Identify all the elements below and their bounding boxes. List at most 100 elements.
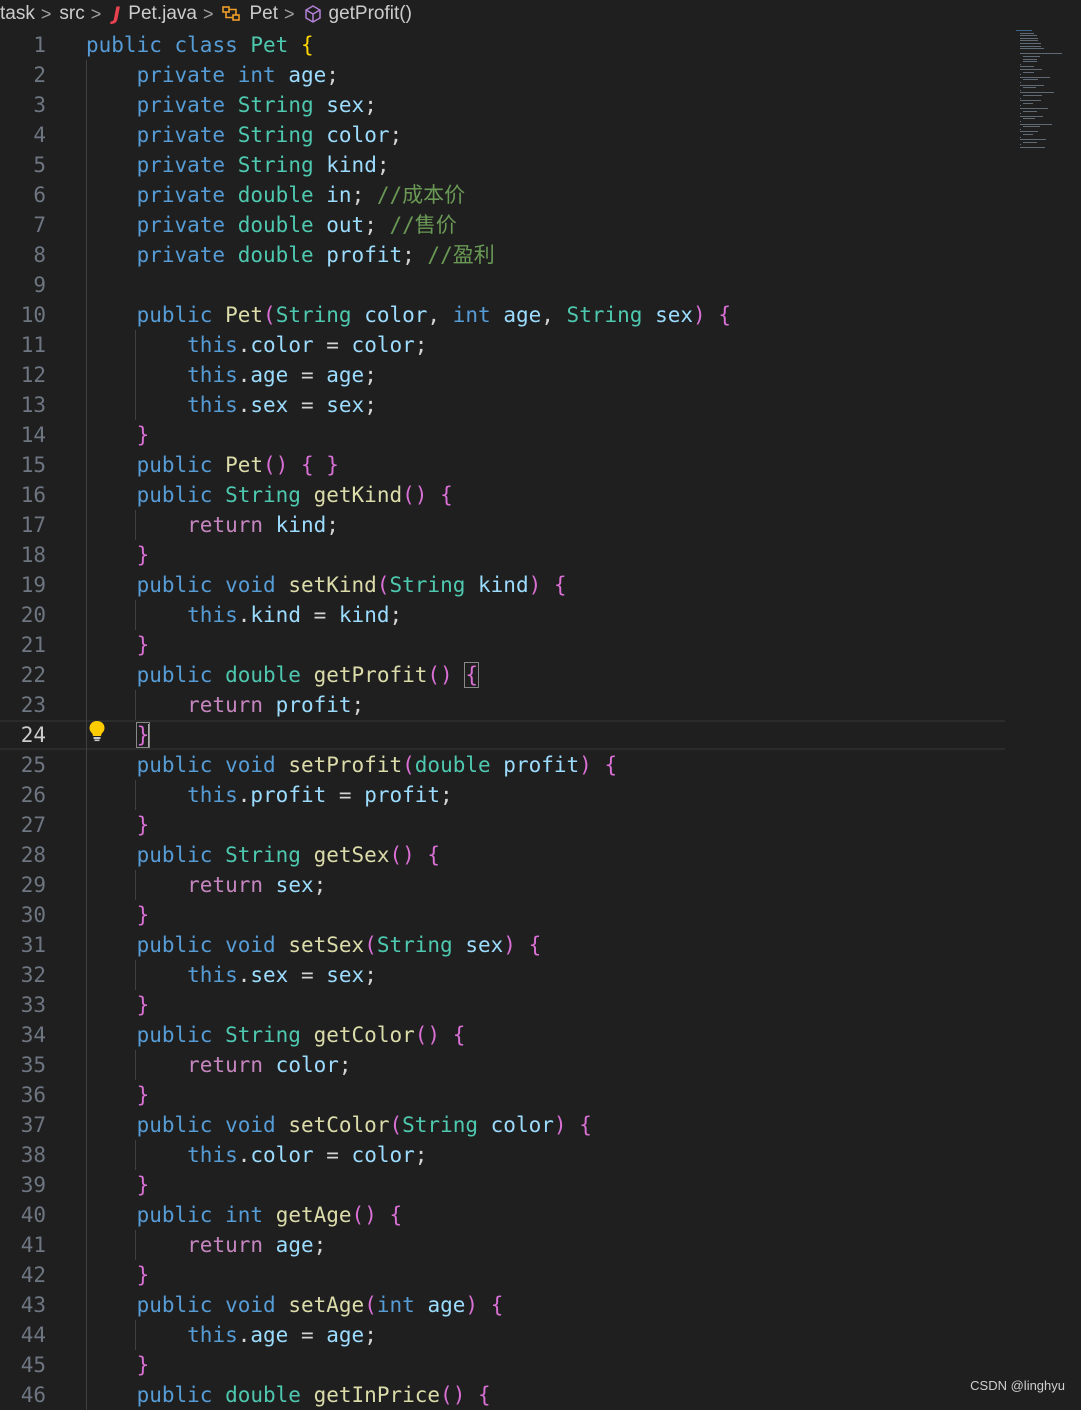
code-token: class bbox=[174, 33, 238, 57]
code-line[interactable]: 27 } bbox=[0, 810, 1005, 840]
code-line[interactable]: 20 this.kind = kind; bbox=[0, 600, 1005, 630]
code-line[interactable]: 41 return age; bbox=[0, 1230, 1005, 1260]
code-token: this bbox=[187, 393, 238, 417]
lightbulb-icon[interactable] bbox=[88, 720, 106, 742]
code-line[interactable]: 3 private String sex; bbox=[0, 90, 1005, 120]
code-token: ; bbox=[313, 1233, 327, 1257]
code-line[interactable]: 37 public void setColor(String color) { bbox=[0, 1110, 1005, 1140]
code-line[interactable]: 10 public Pet(String color, int age, Str… bbox=[0, 300, 1005, 330]
minimap-line bbox=[1019, 53, 1062, 55]
minimap-line bbox=[1019, 123, 1052, 125]
breadcrumb-label: Pet.java bbox=[128, 3, 197, 24]
code-line[interactable]: 15 public Pet() { } bbox=[0, 450, 1005, 480]
method-symbol-icon bbox=[303, 4, 323, 24]
code-text: public String getSex() { bbox=[86, 840, 441, 870]
code-text: } bbox=[86, 630, 150, 660]
code-line[interactable]: 45 } bbox=[0, 1350, 1005, 1380]
code-line[interactable]: 19 public void setKind(String kind) { bbox=[0, 570, 1005, 600]
code-token: //盈利 bbox=[427, 243, 495, 267]
code-line[interactable]: 5 private String kind; bbox=[0, 150, 1005, 180]
line-number: 5 bbox=[33, 153, 46, 177]
code-line[interactable]: 21 } bbox=[0, 630, 1005, 660]
breadcrumb-folder-src[interactable]: src bbox=[59, 3, 84, 25]
code-line[interactable]: 36 } bbox=[0, 1080, 1005, 1110]
code-line[interactable]: 29 return sex; bbox=[0, 870, 1005, 900]
breadcrumb-folder-task[interactable]: task bbox=[0, 3, 35, 25]
code-line[interactable]: 28 public String getSex() { bbox=[0, 840, 1005, 870]
code-line[interactable]: 22 public double getProfit() { bbox=[0, 660, 1005, 690]
code-line[interactable]: 1 public class Pet { bbox=[0, 30, 1005, 60]
code-line[interactable]: 23 return profit; bbox=[0, 690, 1005, 720]
code-line[interactable]: 34 public String getColor() { bbox=[0, 1020, 1005, 1050]
code-line[interactable]: 24 } bbox=[0, 720, 1005, 750]
breadcrumb-file[interactable]: J Pet.java bbox=[109, 3, 197, 25]
code-line[interactable]: 8 private double profit; //盈利 bbox=[0, 240, 1005, 270]
indent-guide bbox=[135, 690, 136, 720]
code-line[interactable]: 32 this.sex = sex; bbox=[0, 960, 1005, 990]
code-line[interactable]: 4 private String color; bbox=[0, 120, 1005, 150]
breadcrumb-label: getProfit() bbox=[328, 3, 412, 24]
code-line[interactable]: 2 private int age; bbox=[0, 60, 1005, 90]
code-text: this.age = age; bbox=[86, 1320, 377, 1350]
code-token: { bbox=[464, 662, 479, 688]
code-line[interactable]: 30 } bbox=[0, 900, 1005, 930]
code-line[interactable]: 31 public void setSex(String sex) { bbox=[0, 930, 1005, 960]
code-token: color bbox=[250, 1143, 314, 1167]
code-token: age bbox=[326, 1323, 365, 1347]
code-line[interactable]: 44 this.age = age; bbox=[0, 1320, 1005, 1350]
code-line[interactable]: 18 } bbox=[0, 540, 1005, 570]
code-token: int bbox=[225, 1203, 264, 1227]
code-line[interactable]: 9 bbox=[0, 270, 1005, 300]
code-line[interactable]: 13 this.sex = sex; bbox=[0, 390, 1005, 420]
code-text: } bbox=[86, 1080, 150, 1110]
code-line[interactable]: 25 public void setProfit(double profit) … bbox=[0, 750, 1005, 780]
code-line[interactable]: 33 } bbox=[0, 990, 1005, 1020]
code-line[interactable]: 6 private double in; //成本价 bbox=[0, 180, 1005, 210]
code-line[interactable]: 42 } bbox=[0, 1260, 1005, 1290]
line-number: 46 bbox=[20, 1383, 46, 1407]
line-number: 10 bbox=[20, 303, 46, 327]
minimap[interactable] bbox=[1010, 30, 1080, 150]
code-token: //成本价 bbox=[376, 183, 466, 207]
code-line[interactable]: 46 public double getInPrice() { bbox=[0, 1380, 1005, 1410]
minimap-line bbox=[1019, 121, 1021, 122]
line-number: 21 bbox=[20, 633, 46, 657]
code-line[interactable]: 11 this.color = color; bbox=[0, 330, 1005, 360]
line-number: 23 bbox=[20, 693, 46, 717]
code-line[interactable]: 14 } bbox=[0, 420, 1005, 450]
minimap-line bbox=[1019, 97, 1021, 99]
breadcrumb-method[interactable]: getProfit() bbox=[303, 3, 412, 25]
code-line[interactable]: 38 this.color = color; bbox=[0, 1140, 1005, 1170]
code-line[interactable]: 16 public String getKind() { bbox=[0, 480, 1005, 510]
code-line[interactable]: 39 } bbox=[0, 1170, 1005, 1200]
code-line[interactable]: 40 public int getAge() { bbox=[0, 1200, 1005, 1230]
code-line[interactable]: 43 public void setAge(int age) { bbox=[0, 1290, 1005, 1320]
code-text: } bbox=[86, 1170, 150, 1200]
code-text: } bbox=[86, 1260, 150, 1290]
code-line[interactable]: 35 return color; bbox=[0, 1050, 1005, 1080]
breadcrumb-class[interactable]: Pet bbox=[221, 3, 278, 25]
code-token: ) bbox=[528, 573, 542, 597]
code-line[interactable]: 7 private double out; //售价 bbox=[0, 210, 1005, 240]
code-editor[interactable]: 1 public class Pet {2 private int age; 3 p… bbox=[0, 30, 1081, 1410]
code-line[interactable]: 17 return kind; bbox=[0, 510, 1005, 540]
code-token: public bbox=[136, 483, 213, 507]
code-token: double bbox=[237, 243, 314, 267]
code-line[interactable]: 12 this.age = age; bbox=[0, 360, 1005, 390]
code-token: ( bbox=[263, 303, 276, 327]
code-line[interactable]: 26 this.profit = profit; bbox=[0, 780, 1005, 810]
code-token: this bbox=[187, 363, 238, 387]
